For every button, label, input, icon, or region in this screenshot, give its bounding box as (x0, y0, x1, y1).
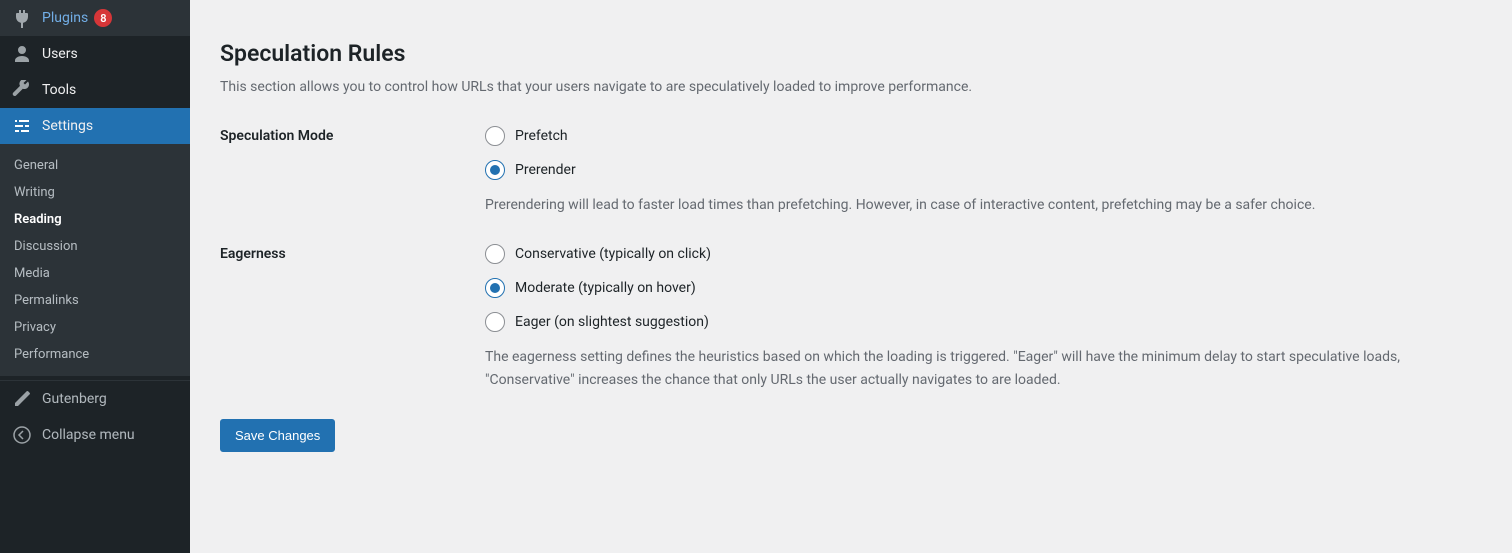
submenu-discussion[interactable]: Discussion (0, 233, 190, 260)
submenu-permalinks[interactable]: Permalinks (0, 287, 190, 314)
radio-label: Prerender (515, 162, 576, 178)
eagerness-description: The eagerness setting defines the heuris… (485, 346, 1445, 391)
radio-moderate[interactable]: Moderate (typically on hover) (485, 278, 1492, 298)
sliders-icon (12, 116, 32, 136)
submenu-writing[interactable]: Writing (0, 179, 190, 206)
radio-prefetch-input[interactable] (485, 126, 505, 146)
page-title: Speculation Rules (220, 40, 1492, 67)
sidebar-item-label: Settings (42, 118, 93, 134)
radio-prerender-input[interactable] (485, 160, 505, 180)
sidebar-item-plugins[interactable]: Plugins 8 (0, 0, 190, 36)
submenu-performance[interactable]: Performance (0, 341, 190, 368)
sidebar-item-gutenberg[interactable]: Gutenberg (0, 381, 190, 417)
eagerness-label: Eagerness (220, 244, 485, 391)
radio-label: Eager (on slightest suggestion) (515, 314, 709, 330)
eagerness-row: Eagerness Conservative (typically on cli… (220, 244, 1492, 391)
radio-moderate-input[interactable] (485, 278, 505, 298)
sidebar-item-users[interactable]: Users (0, 36, 190, 72)
collapse-icon (12, 425, 32, 445)
speculation-mode-label: Speculation Mode (220, 126, 485, 216)
sidebar-item-label: Collapse menu (42, 427, 135, 443)
settings-submenu: General Writing Reading Discussion Media… (0, 144, 190, 376)
save-changes-button[interactable]: Save Changes (220, 419, 335, 452)
pencil-icon (12, 389, 32, 409)
plugins-update-badge: 8 (94, 9, 112, 27)
radio-prerender[interactable]: Prerender (485, 160, 1492, 180)
sidebar-item-label: Plugins (42, 10, 88, 26)
wrench-icon (12, 80, 32, 100)
sidebar-item-label: Gutenberg (42, 391, 107, 407)
user-icon (12, 44, 32, 64)
mode-description: Prerendering will lead to faster load ti… (485, 194, 1445, 216)
radio-label: Prefetch (515, 128, 568, 144)
sidebar-item-tools[interactable]: Tools (0, 72, 190, 108)
main-content: Speculation Rules This section allows yo… (190, 0, 1512, 553)
submenu-reading[interactable]: Reading (0, 206, 190, 233)
admin-sidebar: Plugins 8 Users Tools Settings General W… (0, 0, 190, 553)
plug-icon (12, 8, 32, 28)
sidebar-item-label: Users (42, 46, 78, 62)
radio-label: Moderate (typically on hover) (515, 280, 696, 296)
radio-conservative[interactable]: Conservative (typically on click) (485, 244, 1492, 264)
radio-eager-input[interactable] (485, 312, 505, 332)
radio-conservative-input[interactable] (485, 244, 505, 264)
submenu-general[interactable]: General (0, 152, 190, 179)
speculation-mode-row: Speculation Mode Prefetch Prerender Prer… (220, 126, 1492, 216)
submenu-privacy[interactable]: Privacy (0, 314, 190, 341)
radio-label: Conservative (typically on click) (515, 246, 711, 262)
radio-eager[interactable]: Eager (on slightest suggestion) (485, 312, 1492, 332)
page-intro: This section allows you to control how U… (220, 77, 1492, 98)
submenu-media[interactable]: Media (0, 260, 190, 287)
sidebar-item-label: Tools (42, 82, 76, 98)
radio-prefetch[interactable]: Prefetch (485, 126, 1492, 146)
sidebar-item-settings[interactable]: Settings (0, 108, 190, 144)
sidebar-collapse[interactable]: Collapse menu (0, 417, 190, 453)
